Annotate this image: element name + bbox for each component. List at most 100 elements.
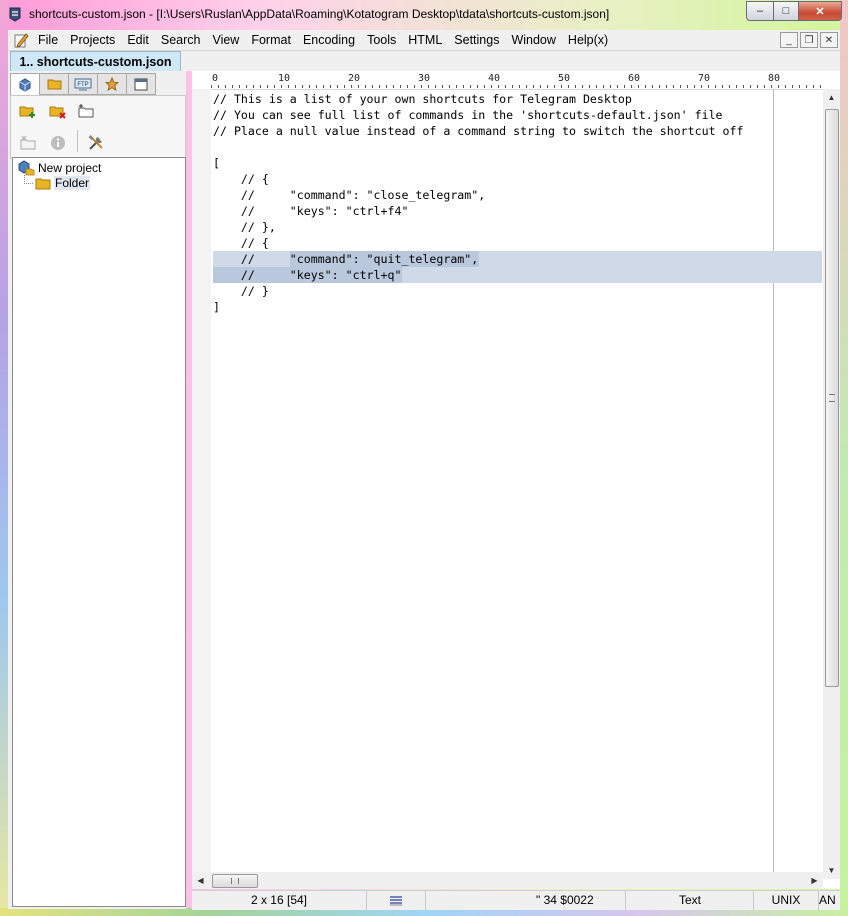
remove-item-button[interactable] xyxy=(17,132,39,154)
code-line: // "keys": "ctrl+q" xyxy=(213,268,402,282)
project-icon xyxy=(19,77,31,92)
code-line: // { xyxy=(213,172,269,186)
code-line: // This is a list of your own shortcuts … xyxy=(213,92,632,106)
vertical-scrollbar[interactable]: ▲ ▼ xyxy=(823,89,840,879)
mdi-minimize-button[interactable]: _ xyxy=(780,32,798,48)
ruler-label: 20 xyxy=(348,73,361,84)
info-icon xyxy=(51,136,65,150)
menu-view[interactable]: View xyxy=(206,30,245,50)
code-line: // "command": "quit_telegram", xyxy=(213,252,479,266)
folder-node-icon xyxy=(35,178,51,189)
code-line: // }, xyxy=(213,220,276,234)
code-area[interactable]: // This is a list of your own shortcuts … xyxy=(213,89,823,879)
horizontal-scrollbar[interactable]: ◀ ▶ xyxy=(192,872,823,889)
folder-tab[interactable] xyxy=(39,73,69,95)
project-toolbar xyxy=(10,95,186,159)
maximize-button[interactable]: □ xyxy=(774,1,799,21)
window-title: shortcuts-custom.json - [I:\Users\Ruslan… xyxy=(29,7,610,21)
scroll-down-icon[interactable]: ▼ xyxy=(823,862,840,879)
editor[interactable]: 0 10 20 30 40 50 60 70 80 // This is a l… xyxy=(192,71,840,889)
menu-settings[interactable]: Settings xyxy=(448,30,505,50)
project-panel: FTP New project Folder xyxy=(8,71,186,909)
ruler: 0 10 20 30 40 50 60 70 80 xyxy=(211,71,823,90)
window-frame-left xyxy=(0,0,8,916)
status-encoding[interactable]: AN xyxy=(819,891,840,910)
title-bar[interactable]: shortcuts-custom.json - [I:\Users\Ruslan… xyxy=(0,0,848,30)
menu-projects[interactable]: Projects xyxy=(64,30,121,50)
ruler-label: 10 xyxy=(278,73,291,84)
ftp-icon: FTP xyxy=(74,78,92,90)
menu-html[interactable]: HTML xyxy=(402,30,448,50)
document-tab[interactable]: 1.. shortcuts-custom.json xyxy=(10,51,181,71)
ruler-label: 0 xyxy=(212,73,219,84)
ruler-marks xyxy=(211,85,823,88)
favorites-icon xyxy=(105,77,119,91)
tree-project-label: New project xyxy=(38,161,102,175)
code-line: // "keys": "ctrl+f4" xyxy=(213,204,409,218)
menu-encoding[interactable]: Encoding xyxy=(297,30,361,50)
code-line: // "command": "close_telegram", xyxy=(213,188,486,202)
windows-tab[interactable] xyxy=(126,73,156,95)
remove-folder-icon xyxy=(49,106,66,119)
app-icon xyxy=(9,7,21,22)
code-line: // { xyxy=(213,236,269,250)
mdi-close-button[interactable]: ✕ xyxy=(820,32,838,48)
project-tab[interactable] xyxy=(10,73,40,96)
code-line: // Place a null value instead of a comma… xyxy=(213,124,744,138)
grip-icon xyxy=(829,394,835,402)
add-folder-button[interactable] xyxy=(17,100,39,122)
tree-connector xyxy=(24,174,33,184)
mdi-controls: _ ❐ ✕ xyxy=(780,32,838,48)
horizontal-scroll-thumb[interactable] xyxy=(212,874,258,888)
mdi-restore-button[interactable]: ❐ xyxy=(800,32,818,48)
ftp-tab[interactable]: FTP xyxy=(68,73,98,95)
new-subfolder-icon xyxy=(78,104,94,118)
scroll-up-icon[interactable]: ▲ xyxy=(823,89,840,106)
ftp-label: FTP xyxy=(77,82,88,88)
remove-folder-button[interactable] xyxy=(47,100,69,122)
project-tree[interactable]: New project Folder xyxy=(12,157,186,907)
status-bar: 2 x 16 [54] " 34 $0022 Text UNIX AN xyxy=(192,890,840,910)
menu-window[interactable]: Window xyxy=(505,30,561,50)
windows-icon xyxy=(134,78,148,90)
status-line-ending[interactable]: UNIX xyxy=(753,891,819,910)
panel-tabs: FTP xyxy=(10,73,156,96)
add-folder-icon xyxy=(19,106,35,118)
code-line: // You can see full list of commands in … xyxy=(213,108,723,122)
menu-bar: File Projects Edit Search View Format En… xyxy=(8,30,840,51)
status-position: 2 x 16 [54] xyxy=(192,891,367,910)
menu-format[interactable]: Format xyxy=(245,30,297,50)
tree-item-folder[interactable]: Folder xyxy=(24,174,91,190)
ruler-label: 50 xyxy=(558,73,571,84)
favorites-tab[interactable] xyxy=(97,73,127,95)
vertical-scroll-thumb[interactable] xyxy=(825,109,839,687)
ruler-label: 80 xyxy=(768,73,781,84)
status-mode[interactable]: Text xyxy=(627,891,753,910)
tools-icon xyxy=(88,135,103,150)
code-line: // } xyxy=(213,284,269,298)
menu-file[interactable]: File xyxy=(32,30,64,50)
scroll-left-icon[interactable]: ◀ xyxy=(192,872,209,889)
document-tab-bar: 1.. shortcuts-custom.json xyxy=(8,51,840,71)
status-char-code: " 34 $0022 xyxy=(426,891,626,910)
new-subfolder-button[interactable] xyxy=(75,100,97,122)
close-button[interactable]: ✕ xyxy=(799,1,842,21)
menu-edit[interactable]: Edit xyxy=(121,30,155,50)
menu-search[interactable]: Search xyxy=(155,30,207,50)
tools-button[interactable] xyxy=(85,132,107,154)
ruler-label: 60 xyxy=(628,73,641,84)
minimize-button[interactable]: ‒ xyxy=(746,1,774,21)
ruler-label: 30 xyxy=(418,73,431,84)
remove-item-icon xyxy=(20,135,36,150)
toolbar-separator xyxy=(77,130,78,152)
menu-tools[interactable]: Tools xyxy=(361,30,402,50)
tree-folder-label: Folder xyxy=(54,176,91,190)
code-line: [ xyxy=(213,156,220,170)
folder-icon xyxy=(47,79,61,90)
status-wrap[interactable] xyxy=(367,891,426,910)
menu-help[interactable]: Help(x) xyxy=(562,30,614,50)
scroll-right-icon[interactable]: ▶ xyxy=(806,872,823,889)
info-button[interactable] xyxy=(47,132,69,154)
app-menu-icon[interactable] xyxy=(10,30,32,50)
ruler-label: 70 xyxy=(698,73,711,84)
